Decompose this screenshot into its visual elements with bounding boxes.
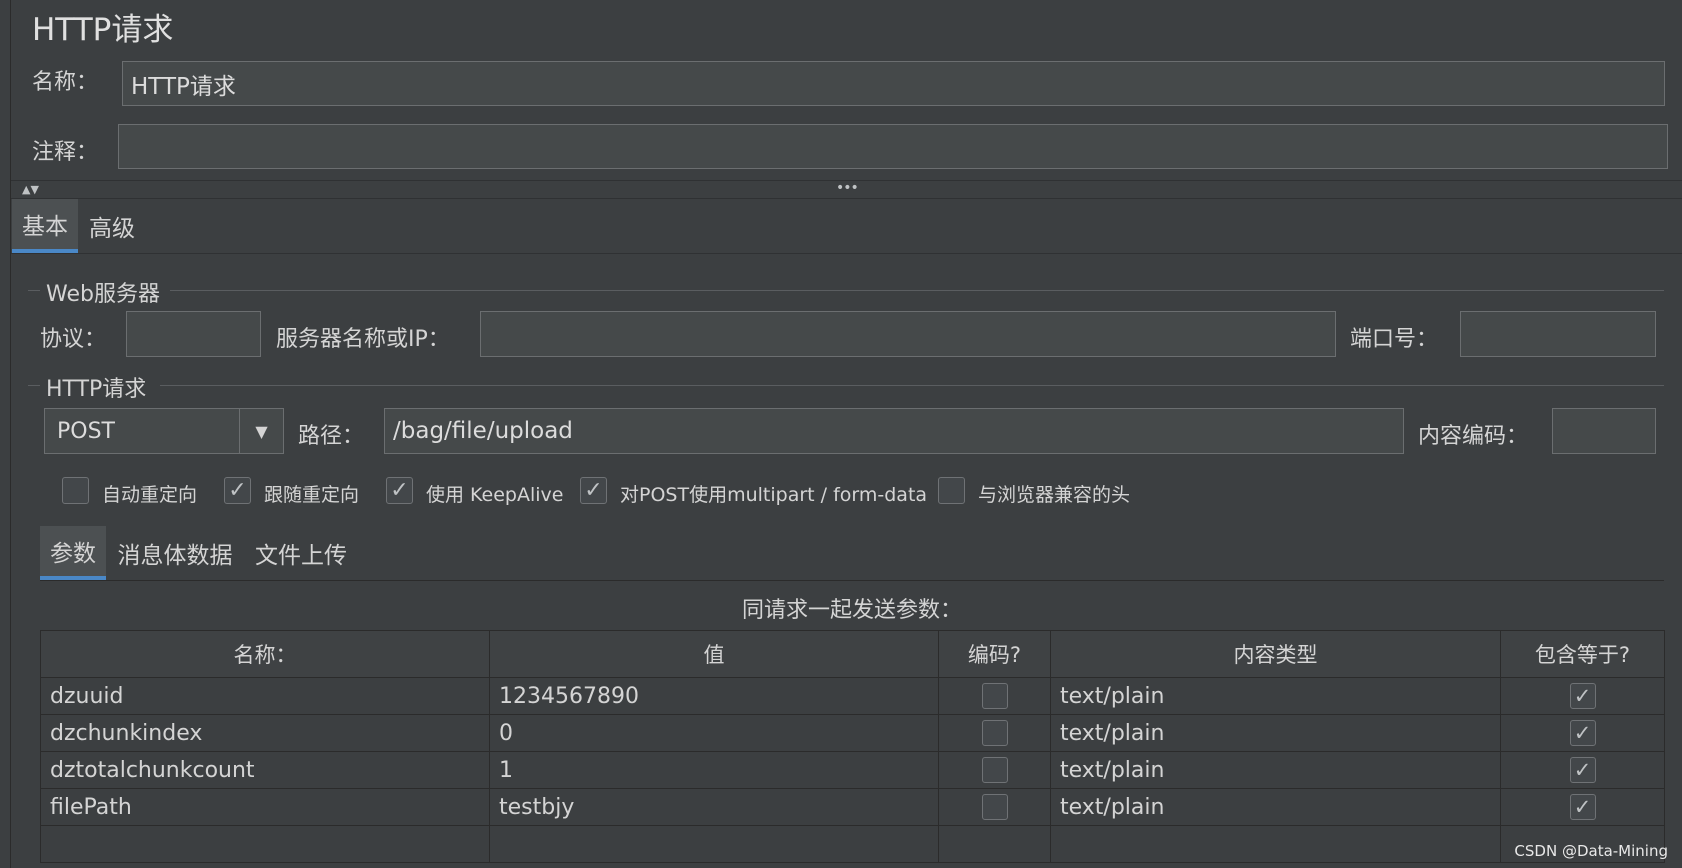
method-select[interactable]: POST ▼ bbox=[44, 408, 284, 454]
comment-field[interactable] bbox=[118, 124, 1668, 169]
param-content-type[interactable]: text/plain bbox=[1050, 788, 1501, 826]
protocol-label: 协议： bbox=[40, 327, 107, 352]
tab-parameters[interactable]: 参数 bbox=[40, 526, 106, 580]
col-header-content-type[interactable]: 内容类型 bbox=[1050, 630, 1501, 678]
encoding-field[interactable] bbox=[1552, 408, 1656, 454]
multipart-label: 对POST使用multipart / form-data bbox=[620, 484, 928, 506]
drag-handle-icon[interactable]: ••• bbox=[836, 180, 859, 196]
col-header-include-equals[interactable]: 包含等于? bbox=[1500, 630, 1665, 678]
keepalive-checkbox[interactable]: ✓ bbox=[386, 477, 413, 504]
comment-label: 注释： bbox=[32, 140, 99, 165]
param-value[interactable]: testbjy bbox=[489, 788, 939, 826]
check-icon: ✓ bbox=[390, 477, 409, 503]
param-value[interactable]: 0 bbox=[489, 714, 939, 752]
chevron-down-icon[interactable]: ▼ bbox=[239, 409, 283, 453]
include-equals-checkbox[interactable]: ✓ bbox=[1569, 683, 1596, 709]
follow-redirect-checkbox[interactable]: ✓ bbox=[224, 477, 251, 504]
encode-checkbox[interactable] bbox=[981, 683, 1008, 709]
params-caption: 同请求一起发送参数： bbox=[741, 598, 962, 623]
check-icon: ✓ bbox=[584, 477, 603, 503]
splitter-bottom-line bbox=[11, 198, 1682, 199]
col-header-value[interactable]: 值 bbox=[489, 630, 939, 678]
param-name[interactable]: dzuuid bbox=[40, 677, 490, 715]
param-content-type[interactable]: text/plain bbox=[1050, 714, 1501, 752]
check-icon: ✓ bbox=[1573, 795, 1592, 819]
encoding-label: 内容编码： bbox=[1418, 424, 1529, 449]
follow-redirect-label: 跟随重定向 bbox=[264, 484, 360, 506]
table-row[interactable]: dztotalchunkcount 1 text/plain ✓ bbox=[40, 751, 1665, 789]
include-equals-checkbox[interactable]: ✓ bbox=[1569, 794, 1596, 820]
table-header-row: 名称： 值 编码? 内容类型 包含等于? bbox=[40, 630, 1665, 678]
group-line-right bbox=[170, 290, 1664, 291]
col-header-encode[interactable]: 编码? bbox=[938, 630, 1051, 678]
param-value[interactable]: 1 bbox=[489, 751, 939, 789]
table-row-empty[interactable] bbox=[40, 825, 1665, 863]
path-field[interactable]: /bag/file/upload bbox=[384, 408, 1404, 454]
table-row[interactable]: dzchunkindex 0 text/plain ✓ bbox=[40, 714, 1665, 752]
path-label: 路径： bbox=[298, 424, 365, 449]
protocol-field[interactable] bbox=[126, 311, 261, 357]
tab-bar-line bbox=[11, 253, 1682, 254]
param-name[interactable]: filePath bbox=[40, 788, 490, 826]
encode-checkbox[interactable] bbox=[981, 720, 1008, 746]
tab-body-data[interactable]: 消息体数据 bbox=[112, 526, 238, 580]
server-field[interactable] bbox=[480, 311, 1336, 357]
left-border bbox=[10, 0, 11, 868]
collapse-arrows-icon[interactable]: ▲▼ bbox=[22, 183, 39, 196]
group-line-left-2 bbox=[28, 385, 40, 386]
encode-checkbox[interactable] bbox=[981, 757, 1008, 783]
server-label: 服务器名称或IP： bbox=[276, 327, 450, 352]
sub-tab-line bbox=[40, 580, 1664, 581]
param-value[interactable]: 1234567890 bbox=[489, 677, 939, 715]
keepalive-label: 使用 KeepAlive bbox=[426, 484, 564, 506]
watermark: CSDN @Data-Mining bbox=[1514, 842, 1668, 860]
http-request-group-title: HTTP请求 bbox=[46, 377, 147, 402]
group-line-right-2 bbox=[160, 385, 1664, 386]
param-name[interactable]: dzchunkindex bbox=[40, 714, 490, 752]
name-label: 名称： bbox=[32, 70, 99, 95]
browser-compatible-label: 与浏览器兼容的头 bbox=[978, 484, 1131, 506]
group-line-left bbox=[28, 290, 40, 291]
col-header-name[interactable]: 名称： bbox=[40, 630, 490, 678]
browser-compatible-checkbox[interactable] bbox=[938, 477, 965, 504]
table-row[interactable]: filePath testbjy text/plain ✓ bbox=[40, 788, 1665, 826]
table-row[interactable]: dzuuid 1234567890 text/plain ✓ bbox=[40, 677, 1665, 715]
method-value: POST bbox=[57, 418, 115, 444]
include-equals-checkbox[interactable]: ✓ bbox=[1569, 720, 1596, 746]
param-name[interactable]: dztotalchunkcount bbox=[40, 751, 490, 789]
web-server-group-title: Web服务器 bbox=[46, 282, 160, 307]
tab-advanced[interactable]: 高级 bbox=[82, 199, 142, 253]
param-content-type[interactable]: text/plain bbox=[1050, 677, 1501, 715]
check-icon: ✓ bbox=[1573, 721, 1592, 745]
param-content-type[interactable]: text/plain bbox=[1050, 751, 1501, 789]
check-icon: ✓ bbox=[1573, 758, 1592, 782]
multipart-checkbox[interactable]: ✓ bbox=[580, 477, 607, 504]
page-title: HTTP请求 bbox=[32, 12, 174, 48]
check-icon: ✓ bbox=[228, 477, 247, 503]
check-icon: ✓ bbox=[1573, 684, 1592, 708]
name-field[interactable]: HTTP请求 bbox=[122, 61, 1665, 106]
include-equals-checkbox[interactable]: ✓ bbox=[1569, 757, 1596, 783]
port-label: 端口号： bbox=[1350, 327, 1439, 352]
tab-basic[interactable]: 基本 bbox=[12, 199, 78, 253]
encode-checkbox[interactable] bbox=[981, 794, 1008, 820]
port-field[interactable] bbox=[1460, 311, 1656, 357]
auto-redirect-label: 自动重定向 bbox=[102, 484, 198, 506]
tab-file-upload[interactable]: 文件上传 bbox=[248, 526, 354, 580]
auto-redirect-checkbox[interactable] bbox=[62, 477, 89, 504]
params-table: 名称： 值 编码? 内容类型 包含等于? dzuuid 1234567890 t… bbox=[40, 630, 1665, 863]
